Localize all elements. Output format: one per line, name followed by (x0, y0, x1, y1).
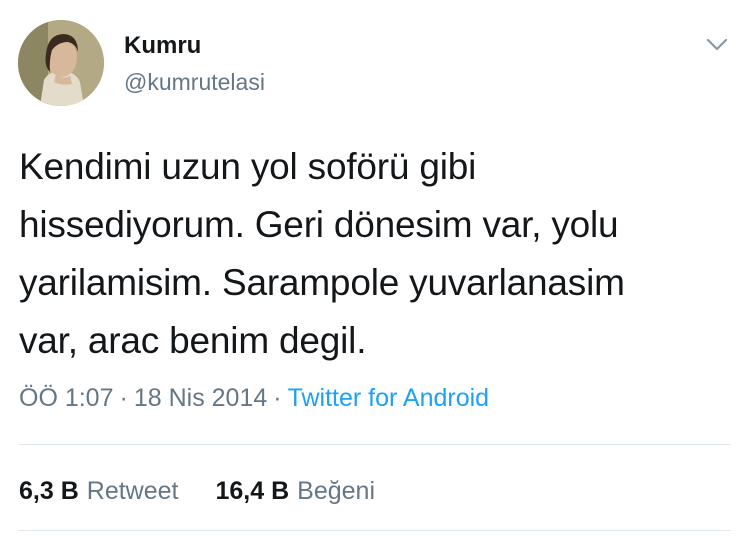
tweet-time[interactable]: ÖÖ 1:07 (19, 384, 114, 412)
retweet-count: 6,3 B (19, 477, 79, 505)
retweet-label: Retweet (86, 477, 179, 505)
tweet-text: Kendimi uzun yol soförü gibi hissediyoru… (19, 146, 625, 361)
tweet-date[interactable]: 18 Nis 2014 (134, 384, 267, 412)
divider (19, 530, 731, 531)
tweet-card: Kumru @kumrutelasi Kendimi uzun yol sofö… (0, 0, 750, 543)
like-label: Beğeni (297, 477, 376, 505)
tweet-meta: ÖÖ 1:07 · 18 Nis 2014 · Twitter for Android (19, 380, 489, 416)
like-stat[interactable]: 16,4 B Beğeni (215, 473, 375, 509)
avatar[interactable] (18, 20, 104, 106)
meta-separator: · (273, 384, 282, 412)
divider (19, 444, 731, 445)
avatar-portrait (18, 20, 104, 106)
meta-separator: · (119, 384, 128, 412)
retweet-stat[interactable]: 6,3 B Retweet (19, 473, 178, 509)
author-display-name[interactable]: Kumru (124, 30, 201, 62)
like-count: 16,4 B (215, 477, 290, 505)
author-handle[interactable]: @kumrutelasi (124, 66, 265, 98)
tweet-stats: 6,3 B Retweet 16,4 B Beğeni (19, 473, 375, 509)
tweet-source-link[interactable]: Twitter for Android (288, 384, 489, 412)
tweet-menu-button[interactable] (702, 30, 732, 60)
chevron-down-icon (706, 38, 728, 51)
